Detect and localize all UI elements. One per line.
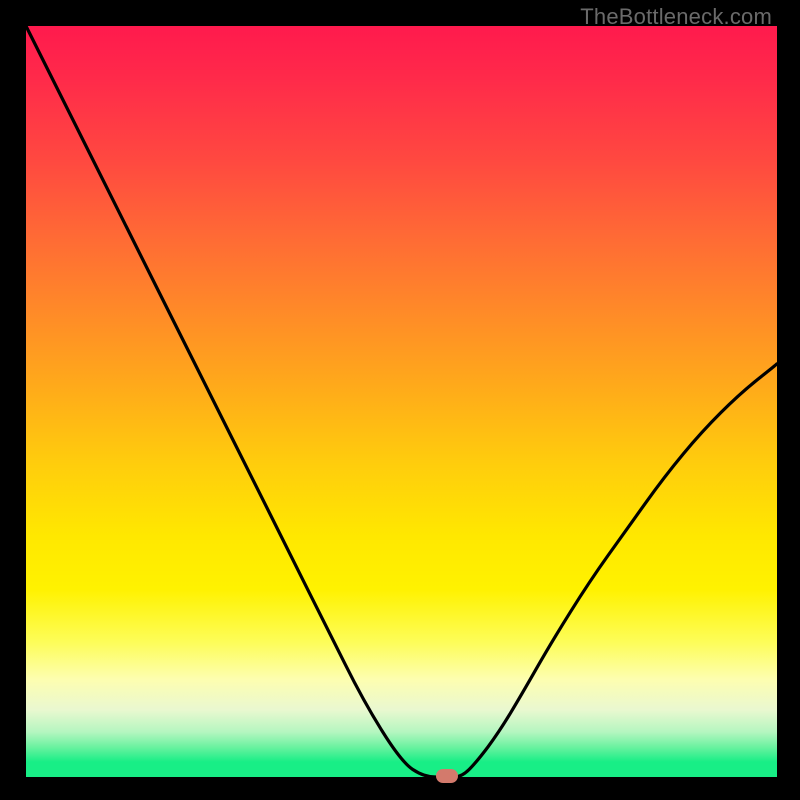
plot-area bbox=[26, 26, 777, 777]
bottleneck-curve bbox=[26, 26, 777, 777]
minimum-marker bbox=[436, 769, 458, 783]
chart-container: TheBottleneck.com bbox=[0, 0, 800, 800]
curve-path bbox=[26, 26, 777, 777]
watermark-text: TheBottleneck.com bbox=[580, 4, 772, 30]
